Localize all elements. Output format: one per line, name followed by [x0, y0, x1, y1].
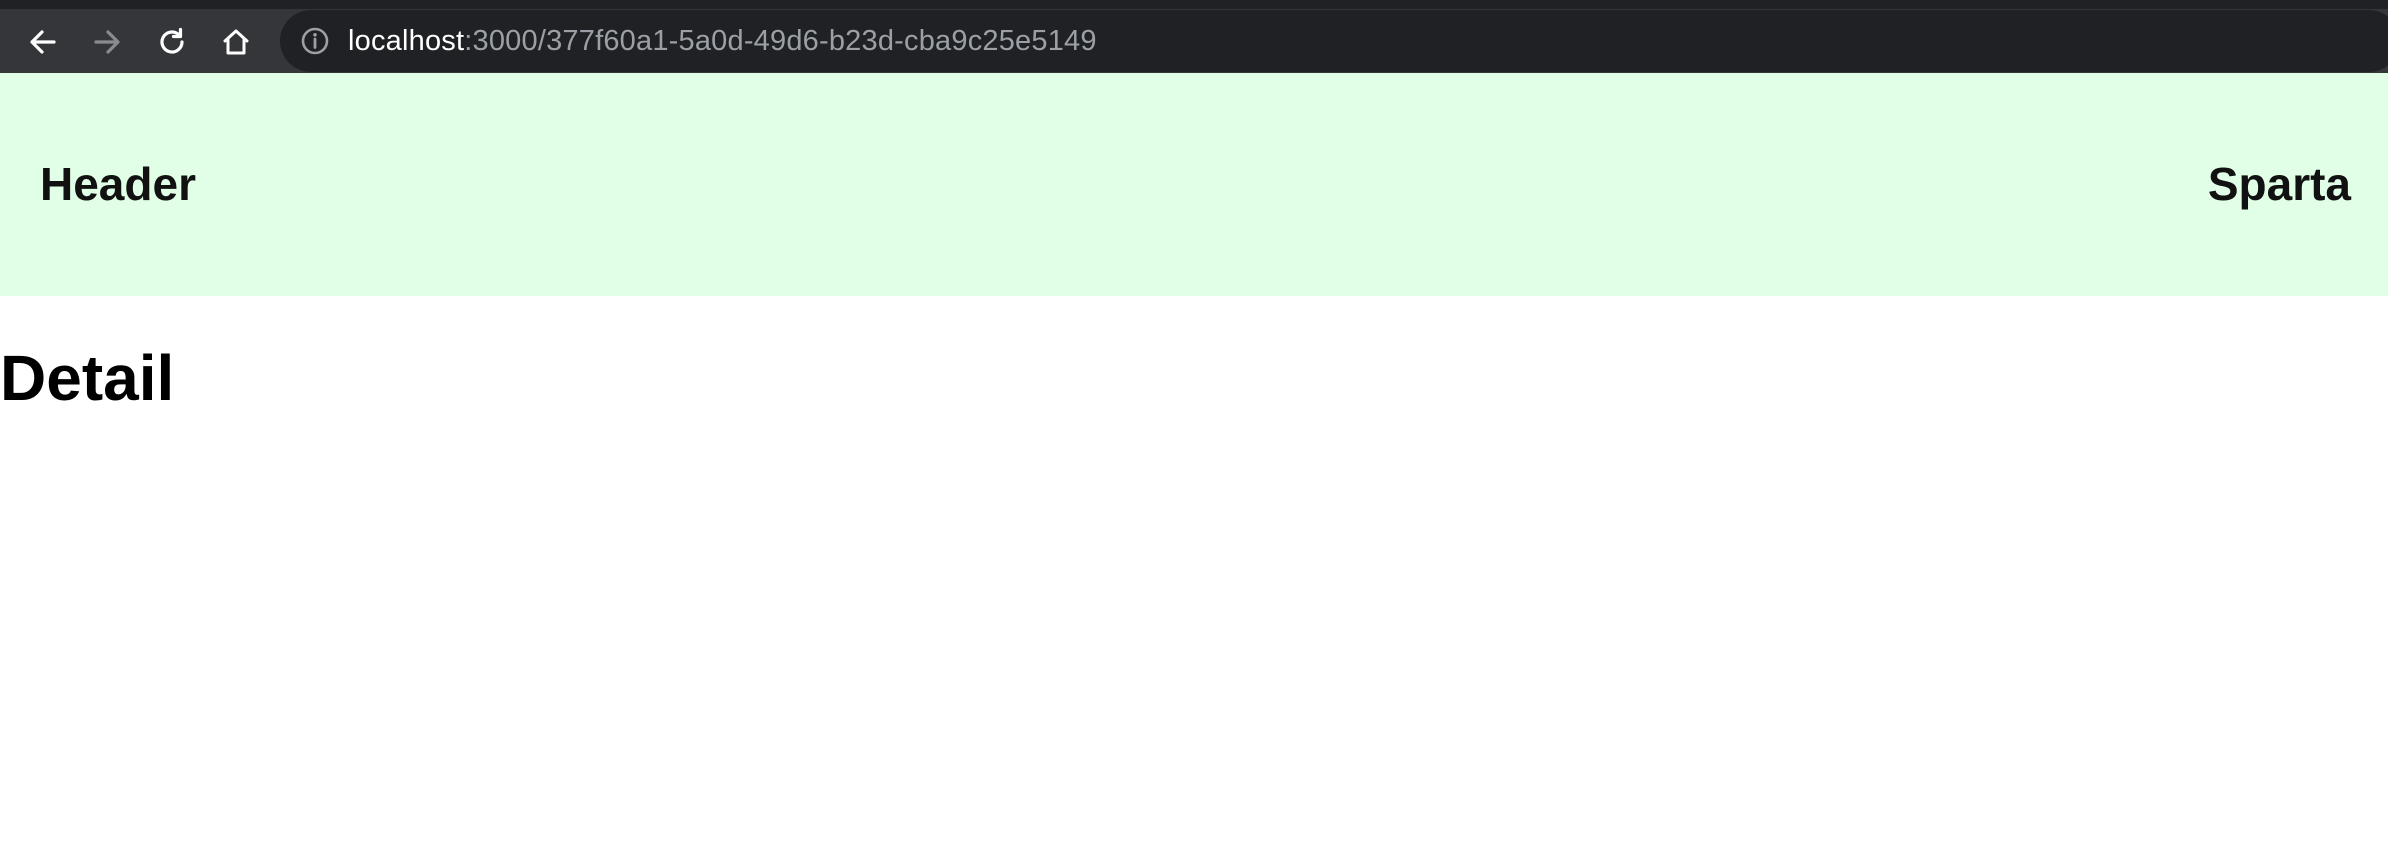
home-button[interactable] [214, 20, 258, 64]
site-header: Header Sparta [0, 73, 2388, 296]
url-text[interactable]: localhost:3000/377f60a1-5a0d-49d6-b23d-c… [348, 10, 1097, 72]
home-icon [223, 29, 249, 55]
browser-toolbar: localhost:3000/377f60a1-5a0d-49d6-b23d-c… [0, 0, 2388, 73]
info-icon[interactable] [300, 26, 330, 56]
back-button[interactable] [21, 20, 65, 64]
url-host: localhost [348, 25, 465, 57]
page-title: Detail [0, 342, 175, 414]
header-brand: Sparta [2207, 158, 2351, 210]
url-path: :3000/377f60a1-5a0d-49d6-b23d-cba9c25e51… [464, 25, 1097, 57]
address-bar[interactable]: localhost:3000/377f60a1-5a0d-49d6-b23d-c… [280, 10, 2388, 72]
forward-arrow-icon [94, 30, 120, 54]
forward-button[interactable] [85, 20, 129, 64]
back-arrow-icon [30, 30, 56, 54]
header-title: Header [40, 158, 196, 210]
reload-icon [160, 27, 184, 54]
reload-button[interactable] [150, 20, 194, 64]
